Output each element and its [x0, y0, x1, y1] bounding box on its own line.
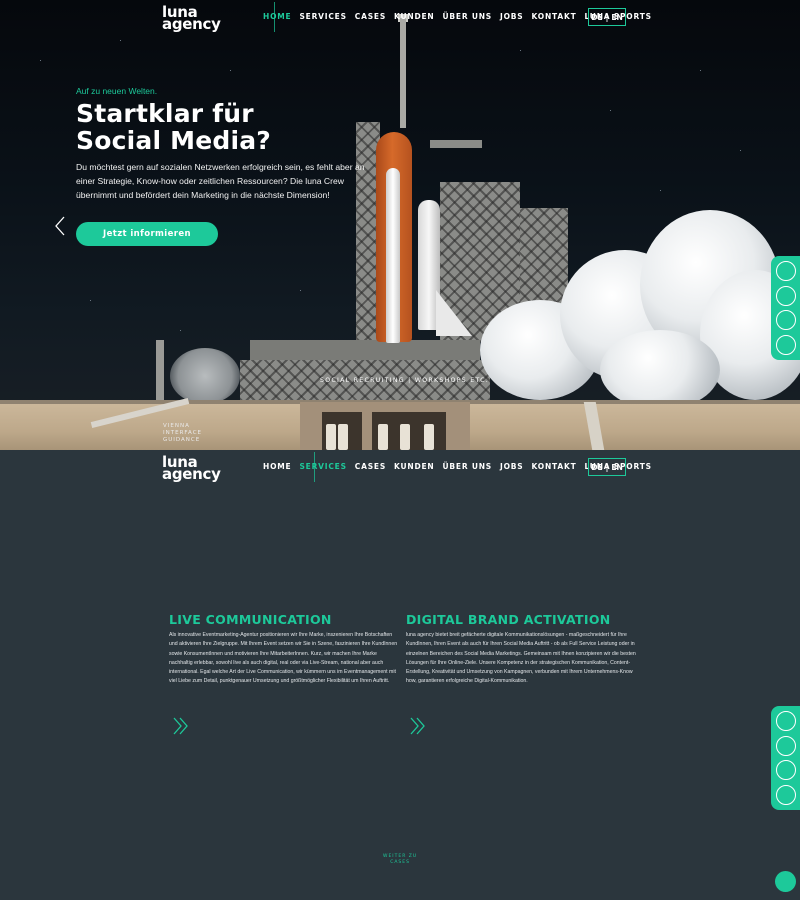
- tank: [378, 424, 388, 450]
- nav-jobs[interactable]: JOBS: [500, 462, 523, 471]
- headline-line-2: Social Media?: [76, 126, 271, 155]
- top-nav: luna agency HOME SERVICES CASES KUNDEN Ü…: [0, 0, 800, 36]
- slide-dot-1[interactable]: [775, 261, 796, 282]
- launch-platform: [250, 340, 480, 362]
- tank: [338, 424, 348, 450]
- slide-dot-3[interactable]: [775, 760, 796, 781]
- nav-home[interactable]: HOME: [263, 462, 291, 471]
- nav-kunden[interactable]: KUNDEN: [394, 12, 434, 21]
- caption-small-line-3: GUIDANCE: [163, 437, 201, 443]
- nav-ueber-uns[interactable]: ÜBER UNS: [443, 462, 493, 471]
- lang-en[interactable]: EN: [611, 13, 622, 22]
- hero-section: luna agency HOME SERVICES CASES KUNDEN Ü…: [0, 0, 800, 450]
- nav-ueber-uns[interactable]: ÜBER UNS: [443, 12, 493, 21]
- nav-home[interactable]: HOME: [263, 12, 291, 21]
- double-chevron-right-icon[interactable]: [172, 716, 190, 736]
- lang-de[interactable]: DE: [591, 13, 602, 22]
- hero-headline: Startklar für Social Media?: [76, 100, 366, 154]
- luna-agency-logo[interactable]: luna agency: [162, 5, 221, 33]
- hero-kicker: Auf zu neuen Welten.: [76, 86, 158, 96]
- side-dot-nav: [771, 706, 800, 810]
- orbiter-wing: [436, 290, 472, 336]
- slide-dot-2[interactable]: [775, 735, 796, 756]
- lang-separator: |: [605, 462, 609, 472]
- booster-left: [386, 168, 400, 343]
- scroll-hint[interactable]: WEITER ZU CASES: [383, 854, 417, 866]
- caption-small-line-1: VIENNA: [163, 423, 190, 429]
- hero-lead: Du möchtest gern auf sozialen Netzwerken…: [76, 162, 365, 200]
- side-dot-nav: [771, 256, 800, 360]
- tank: [424, 424, 434, 450]
- logo-line-2: agency: [162, 15, 221, 33]
- service-live-communication: LIVE COMMUNICATION Als innovative Eventm…: [169, 612, 399, 687]
- hero-caption: SOCIAL RECRUITING | WORKSHOPS ETC.: [320, 377, 490, 384]
- nav-cases[interactable]: CASES: [355, 12, 386, 21]
- service-digital-brand-activation: DIGITAL BRAND ACTIVATION luna agency bie…: [406, 612, 636, 687]
- sticky-nav: luna agency HOME SERVICES CASES KUNDEN Ü…: [0, 450, 800, 486]
- language-switcher: DE | EN: [588, 458, 626, 476]
- chevron-left-icon[interactable]: [54, 216, 66, 236]
- scroll-hint-line-2: CASES: [390, 860, 410, 865]
- hero-caption-small: VIENNA INTERFACE GUIDANCE: [163, 423, 202, 444]
- slide-dot-2[interactable]: [775, 285, 796, 306]
- service-body: Als innovative Eventmarketing-Agentur po…: [169, 632, 398, 685]
- smoke-cloud-5: [600, 330, 720, 410]
- nav-kontakt[interactable]: KONTAKT: [532, 462, 577, 471]
- nav-services[interactable]: SERVICES: [299, 462, 346, 471]
- nav-cases[interactable]: CASES: [355, 462, 386, 471]
- tank: [400, 424, 410, 450]
- tank: [326, 424, 336, 450]
- lang-de[interactable]: DE: [591, 463, 602, 472]
- nav-kunden[interactable]: KUNDEN: [394, 462, 434, 471]
- lang-en[interactable]: EN: [611, 463, 622, 472]
- access-arm: [430, 140, 482, 148]
- service-body: luna agency bietet breit gefächerte digi…: [406, 632, 636, 685]
- cta-button[interactable]: Jetzt informieren: [76, 222, 218, 246]
- nav-jobs[interactable]: JOBS: [500, 12, 523, 21]
- slide-dot-3[interactable]: [775, 310, 796, 331]
- logo-line-2: agency: [162, 465, 221, 483]
- nav-services[interactable]: SERVICES: [299, 12, 346, 21]
- caption-small-line-2: INTERFACE: [163, 430, 203, 436]
- light-pole: [156, 340, 164, 400]
- headline-line-1: Startklar für: [76, 99, 254, 128]
- service-title: LIVE COMMUNICATION: [169, 612, 332, 627]
- slide-dot-1[interactable]: [775, 711, 796, 732]
- services-section: luna agency HOME SERVICES CASES KUNDEN Ü…: [0, 450, 800, 900]
- luna-agency-logo-sticky[interactable]: luna agency: [162, 455, 221, 483]
- slide-dot-4[interactable]: [775, 784, 796, 805]
- double-chevron-right-icon[interactable]: [409, 716, 427, 736]
- smoke-left: [170, 348, 240, 404]
- nav-kontakt[interactable]: KONTAKT: [532, 12, 577, 21]
- lang-separator: |: [605, 12, 609, 22]
- slide-dot-4[interactable]: [775, 334, 796, 355]
- service-title: DIGITAL BRAND ACTIVATION: [406, 612, 611, 627]
- hero-copy: Auf zu neuen Welten. Startklar für Socia…: [76, 86, 366, 202]
- language-switcher: DE | EN: [588, 8, 626, 26]
- chat-button[interactable]: [775, 871, 796, 892]
